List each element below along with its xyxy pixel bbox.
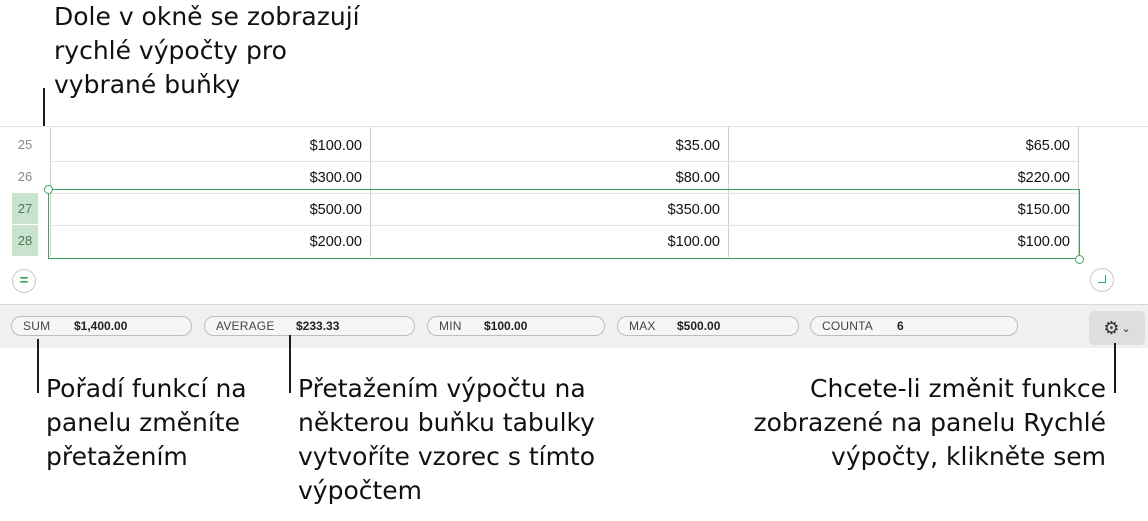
calc-max[interactable]: MAX $500.00 <box>617 316 799 336</box>
callout-quick-calculations: Dole v okně se zobrazují rychlé výpočty … <box>54 2 360 99</box>
calc-min[interactable]: MIN $100.00 <box>427 316 605 336</box>
row-header-26[interactable]: 26 <box>12 161 38 192</box>
calc-sum-value: $1,400.00 <box>74 319 128 333</box>
table-resize-icon[interactable] <box>1090 268 1114 292</box>
calc-average[interactable]: AVERAGE $233.33 <box>204 316 415 336</box>
callout-drag-to-cell: Přetažením výpočtu na některou buňku tab… <box>298 374 596 505</box>
quick-calculations-bar: SUM $1,400.00 AVERAGE $233.33 MIN $100.0… <box>0 304 1148 348</box>
gear-icon: ⚙ <box>1103 318 1120 338</box>
callout-leader-drag <box>289 335 291 393</box>
calc-average-value: $233.33 <box>296 319 340 333</box>
row-header-27[interactable]: 27 <box>12 193 38 224</box>
cell-selection <box>48 189 1080 259</box>
callout-leader-change <box>1114 343 1116 393</box>
callout-leader-order <box>37 339 39 393</box>
calc-counta-label: COUNTA <box>822 319 873 333</box>
spreadsheet-area: 25 26 27 28 $100.00 $35.00 $65.00 $300.0… <box>0 126 1148 305</box>
chevron-down-icon: ⌄ <box>1121 323 1131 335</box>
callout-reorder: Pořadí funkcí na panelu změníte přetažen… <box>46 374 247 471</box>
row-header-25[interactable]: 25 <box>12 129 38 160</box>
calc-sum-label: SUM <box>23 319 51 333</box>
cell[interactable]: $100.00 <box>50 129 370 161</box>
calc-max-value: $500.00 <box>677 319 721 333</box>
quick-calc-settings-button[interactable]: ⚙ ⌄ <box>1089 311 1145 345</box>
table-row: $100.00 $35.00 $65.00 <box>50 129 1078 162</box>
calc-min-label: MIN <box>439 319 462 333</box>
cell[interactable]: $65.00 <box>728 129 1078 161</box>
row-header-28[interactable]: 28 <box>12 225 38 256</box>
calc-counta[interactable]: COUNTA 6 <box>810 316 1018 336</box>
selection-handle-top-left[interactable] <box>44 185 53 194</box>
callout-change-functions: Chcete-li změnit funkce zobrazené na pan… <box>753 374 1106 471</box>
formula-button[interactable]: = <box>12 269 36 293</box>
cell[interactable]: $35.00 <box>370 129 728 161</box>
calc-sum[interactable]: SUM $1,400.00 <box>11 316 192 336</box>
calc-counta-value: 6 <box>897 319 904 333</box>
calc-max-label: MAX <box>629 319 656 333</box>
calc-average-label: AVERAGE <box>216 319 275 333</box>
selection-handle-bottom-right[interactable] <box>1075 255 1084 264</box>
calc-min-value: $100.00 <box>484 319 528 333</box>
